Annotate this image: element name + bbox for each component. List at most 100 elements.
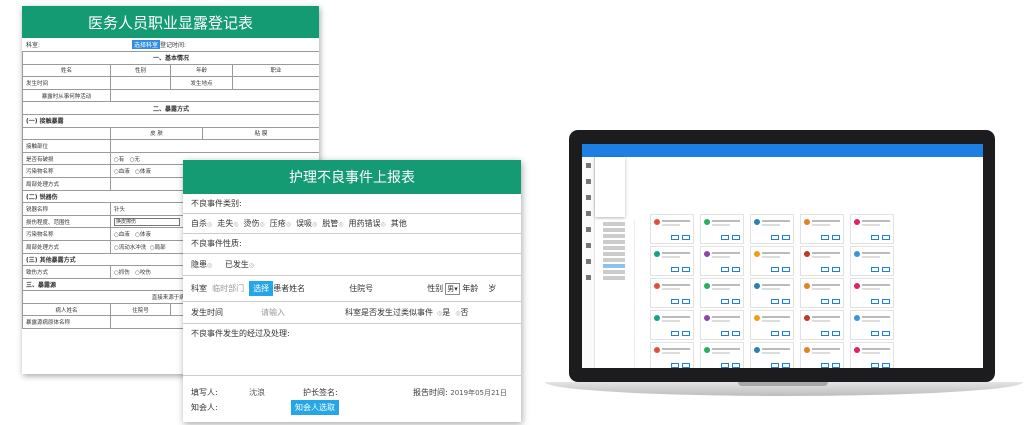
- card-button[interactable]: [821, 363, 829, 368]
- card-button[interactable]: [882, 267, 890, 272]
- app-card[interactable]: [750, 342, 794, 368]
- card-button[interactable]: [721, 331, 729, 336]
- app-dropdown-menu[interactable]: [595, 157, 625, 217]
- app-card[interactable]: [650, 278, 694, 308]
- app-card[interactable]: [650, 342, 694, 368]
- nature-option-occurred[interactable]: 已发生◎: [225, 259, 254, 270]
- card-button[interactable]: [732, 299, 740, 304]
- radio-no[interactable]: ○无: [130, 157, 140, 163]
- card-button[interactable]: [671, 267, 679, 272]
- app-card[interactable]: [750, 310, 794, 340]
- card-button[interactable]: [721, 363, 729, 368]
- app-card[interactable]: [850, 246, 894, 276]
- nav-bell-icon[interactable]: [586, 259, 591, 264]
- reporter-value[interactable]: 沈浪: [249, 387, 303, 398]
- card-button[interactable]: [732, 363, 740, 368]
- app-card[interactable]: [800, 310, 844, 340]
- tree-item[interactable]: [603, 228, 625, 232]
- app-card[interactable]: [800, 214, 844, 244]
- card-button[interactable]: [832, 331, 840, 336]
- nav-list-icon[interactable]: [586, 179, 591, 184]
- app-card[interactable]: [700, 310, 744, 340]
- card-button[interactable]: [832, 235, 840, 240]
- app-card[interactable]: [700, 278, 744, 308]
- nav-chart-icon[interactable]: [586, 211, 591, 216]
- app-card[interactable]: [750, 246, 794, 276]
- app-card[interactable]: [650, 214, 694, 244]
- event-type-option[interactable]: 其他: [391, 218, 407, 229]
- card-button[interactable]: [682, 267, 690, 272]
- card-button[interactable]: [882, 363, 890, 368]
- app-card[interactable]: [700, 342, 744, 368]
- contact-site-field[interactable]: [109, 139, 319, 153]
- tree-item[interactable]: [603, 270, 625, 274]
- card-button[interactable]: [682, 235, 690, 240]
- card-button[interactable]: [821, 235, 829, 240]
- event-type-option[interactable]: 烫伤◎: [244, 218, 265, 229]
- card-button[interactable]: [821, 331, 829, 336]
- card-button[interactable]: [682, 299, 690, 304]
- card-button[interactable]: [821, 267, 829, 272]
- report-time-value[interactable]: 2019年05月21日: [450, 388, 507, 398]
- nav-home-icon[interactable]: [586, 163, 591, 168]
- radio-blood[interactable]: ○血液: [114, 169, 130, 175]
- card-button[interactable]: [882, 299, 890, 304]
- radio-yes[interactable]: ○有: [114, 157, 124, 163]
- activity-field[interactable]: [109, 88, 319, 103]
- app-card[interactable]: [850, 342, 894, 368]
- card-button[interactable]: [671, 363, 679, 368]
- nature-option-hazard[interactable]: 隐患◎: [191, 259, 212, 270]
- select-dept-button[interactable]: 选择科室: [132, 40, 161, 49]
- nav-doc-icon[interactable]: [586, 195, 591, 200]
- card-button[interactable]: [771, 363, 779, 368]
- card-button[interactable]: [771, 267, 779, 272]
- card-button[interactable]: [871, 267, 879, 272]
- event-type-option[interactable]: 走失◎: [217, 218, 238, 229]
- app-card[interactable]: [750, 278, 794, 308]
- card-button[interactable]: [671, 331, 679, 336]
- card-button[interactable]: [732, 331, 740, 336]
- card-button[interactable]: [771, 331, 779, 336]
- radio-fluid[interactable]: ○体液: [135, 169, 151, 175]
- tree-item[interactable]: [603, 222, 625, 226]
- gender-select[interactable]: 男▾: [445, 282, 460, 295]
- card-button[interactable]: [771, 299, 779, 304]
- app-card[interactable]: [750, 214, 794, 244]
- card-button[interactable]: [721, 267, 729, 272]
- notify-select-button[interactable]: 知会人选取: [291, 399, 339, 415]
- card-button[interactable]: [871, 299, 879, 304]
- card-button[interactable]: [732, 267, 740, 272]
- tree-item[interactable]: [603, 246, 625, 250]
- card-button[interactable]: [871, 331, 879, 336]
- app-card[interactable]: [800, 342, 844, 368]
- time-field[interactable]: [110, 76, 171, 90]
- radio-similar-no[interactable]: ◎否: [455, 307, 468, 318]
- card-button[interactable]: [671, 235, 679, 240]
- card-button[interactable]: [871, 235, 879, 240]
- event-type-option[interactable]: 压疮◎: [270, 218, 291, 229]
- card-button[interactable]: [832, 363, 840, 368]
- nav-user-icon[interactable]: [586, 227, 591, 232]
- card-button[interactable]: [682, 331, 690, 336]
- time-input[interactable]: 请输入: [261, 307, 345, 318]
- card-button[interactable]: [732, 235, 740, 240]
- app-card[interactable]: [850, 214, 894, 244]
- dept-input[interactable]: 临时部门: [212, 283, 244, 294]
- app-card[interactable]: [650, 310, 694, 340]
- tree-item[interactable]: [603, 258, 625, 262]
- tree-item[interactable]: [603, 264, 625, 268]
- event-type-option[interactable]: 误吸◎: [296, 218, 317, 229]
- place-field[interactable]: [231, 76, 319, 90]
- card-button[interactable]: [832, 267, 840, 272]
- event-type-option[interactable]: 脱管◎: [322, 218, 343, 229]
- process-area[interactable]: 不良事件发生的经过及处理:: [183, 324, 521, 376]
- app-card[interactable]: [700, 246, 744, 276]
- select-dept-button[interactable]: 选择: [249, 281, 274, 296]
- card-button[interactable]: [782, 331, 790, 336]
- tree-item[interactable]: [603, 240, 625, 244]
- card-button[interactable]: [721, 299, 729, 304]
- card-button[interactable]: [782, 299, 790, 304]
- app-card[interactable]: [800, 278, 844, 308]
- card-button[interactable]: [882, 331, 890, 336]
- tree-item[interactable]: [603, 276, 625, 280]
